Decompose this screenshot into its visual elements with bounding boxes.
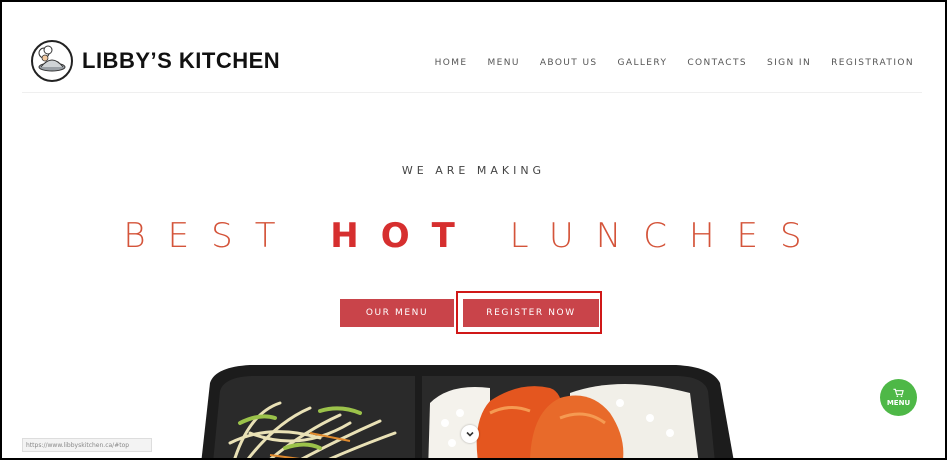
nav-about-us[interactable]: ABOUT US [540,58,598,68]
chef-plate-icon [31,40,73,82]
nav-gallery[interactable]: GALLERY [618,58,668,68]
nav-registration[interactable]: REGISTRATION [831,58,914,68]
site-logo[interactable]: LIBBY’S KITCHEN [30,39,280,83]
main-nav: HOME MENU ABOUT US GALLERY CONTACTS SIGN… [435,58,914,68]
hero-subtitle: WE ARE MAKING [401,164,546,177]
browser-page: LIBBY’S KITCHEN HOME MENU ABOUT US GALLE… [0,0,947,460]
browser-status-url: https://www.libbyskitchen.ca/#top [22,438,152,452]
register-now-button[interactable]: REGISTER NOW [463,299,599,327]
nav-contacts[interactable]: CONTACTS [687,58,747,68]
floating-menu-label: MENU [886,399,911,407]
scroll-down-button[interactable] [461,425,479,443]
brand-name: LIBBY’S KITCHEN [82,48,281,73]
hero-headline: BEST HOT LUNCHES [2,216,945,256]
site-header: LIBBY’S KITCHEN HOME MENU ABOUT US GALLE… [22,22,922,93]
headline-hot: HOT [330,216,477,256]
nav-menu[interactable]: MENU [487,58,519,68]
nav-sign-in[interactable]: SIGN IN [767,58,811,68]
headline-lunches: LUNCHES [509,216,824,256]
chevron-down-icon [466,431,474,437]
cart-icon [893,388,904,398]
bento-lunch-box-photo [201,365,734,458]
nav-home[interactable]: HOME [435,58,468,68]
headline-best: BEST [123,216,298,256]
floating-menu-button[interactable]: MENU [880,379,917,416]
our-menu-button[interactable]: OUR MENU [340,299,454,327]
